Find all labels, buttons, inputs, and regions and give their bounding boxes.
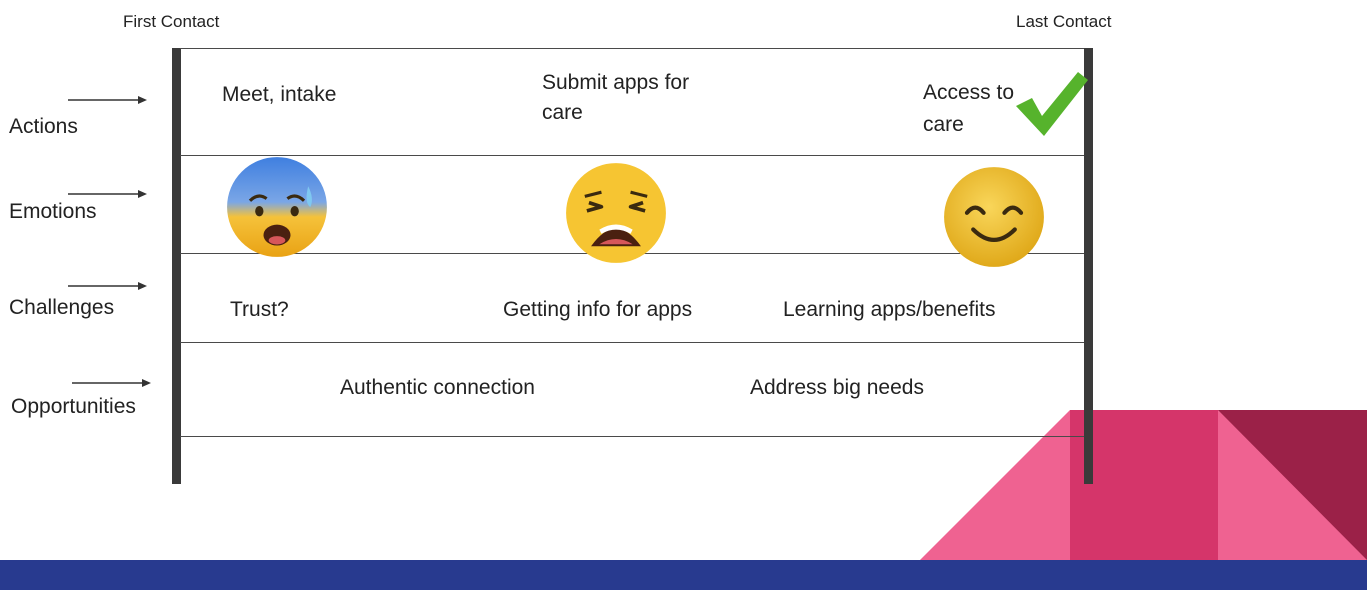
row-label-actions: Actions — [9, 115, 78, 138]
first-contact-label: First Contact — [123, 12, 220, 31]
row-label-opportunities: Opportunities — [11, 395, 136, 418]
last-contact-label: Last Contact — [1016, 12, 1112, 31]
opportunity-authentic-connection: Authentic connection — [340, 376, 535, 399]
row-divider — [180, 48, 1084, 49]
row-label-emotions: Emotions — [9, 200, 97, 223]
footer-bar — [0, 560, 1367, 590]
row-label-challenges: Challenges — [9, 296, 115, 319]
action-access-care-line1: Access to — [923, 81, 1015, 104]
row-divider — [180, 342, 1084, 343]
row-divider — [180, 436, 1084, 437]
action-access-care-line2: care — [923, 113, 964, 136]
action-submit-apps-line1: Submit apps for — [542, 71, 690, 94]
arrow-icon — [72, 379, 151, 387]
pink-triangle-shape — [920, 410, 1070, 560]
action-meet-intake: Meet, intake — [222, 83, 337, 106]
smiling-face-icon — [944, 167, 1044, 267]
challenge-learning-apps: Learning apps/benefits — [783, 298, 996, 321]
action-submit-apps-line2: care — [542, 101, 583, 124]
challenge-trust: Trust? — [230, 298, 289, 321]
weary-face-icon — [566, 163, 666, 263]
checkmark-icon — [1016, 72, 1088, 136]
first-contact-bar — [172, 48, 181, 484]
arrow-icon — [68, 282, 147, 290]
arrow-icon — [68, 96, 147, 104]
anxious-sweat-face-icon — [227, 157, 327, 257]
challenge-getting-info: Getting info for apps — [503, 298, 693, 321]
opportunity-address-big-needs: Address big needs — [750, 376, 924, 399]
